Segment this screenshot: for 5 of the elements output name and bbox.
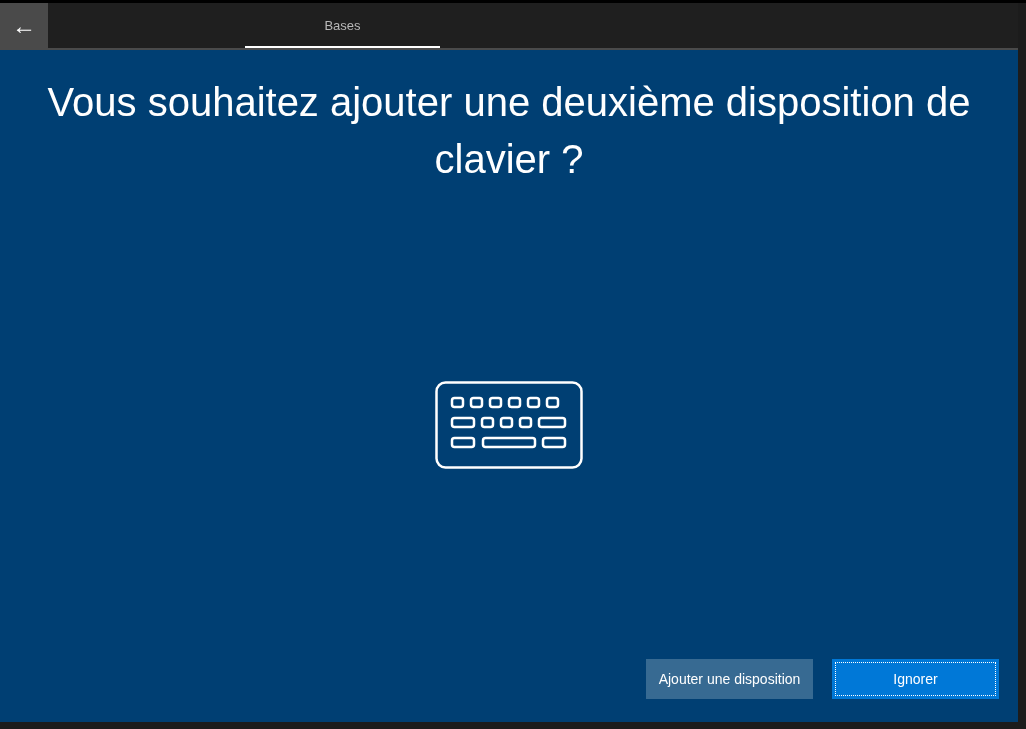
ignore-button[interactable]: Ignorer (832, 659, 999, 699)
add-layout-button[interactable]: Ajouter une disposition (646, 659, 813, 699)
page-title: Vous souhaitez ajouter une deuxième disposition de clavier ? (46, 79, 972, 183)
keyboard-icon (435, 381, 583, 469)
back-button[interactable]: ← (0, 3, 48, 48)
